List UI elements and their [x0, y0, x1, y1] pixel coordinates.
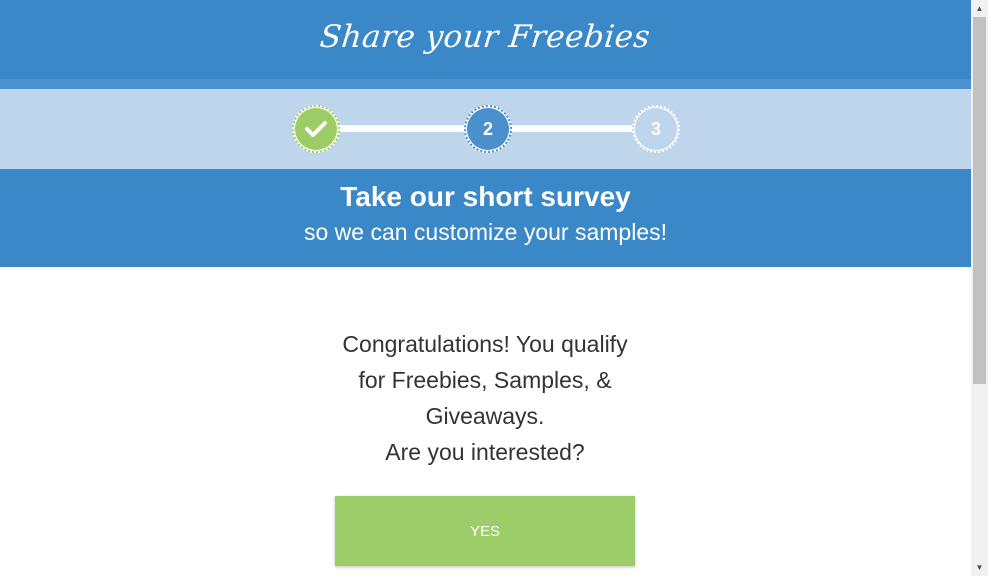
step-3-upcoming: 3 — [632, 105, 680, 153]
vertical-scrollbar[interactable]: ▲ ▼ — [971, 0, 988, 576]
scroll-down-arrow-icon[interactable]: ▼ — [971, 559, 988, 576]
scroll-up-arrow-icon[interactable]: ▲ — [971, 0, 988, 17]
progress-steps: 2 3 — [0, 89, 971, 169]
survey-subtitle: so we can customize your samples! — [303, 219, 668, 245]
question-line-2: for Freebies, Samples, & — [358, 367, 612, 393]
survey-title: Take our short survey — [340, 181, 631, 212]
step-3-number: 3 — [650, 118, 661, 139]
question-line-4: Are you interested? — [385, 439, 585, 465]
question-line-1: Congratulations! You qualify — [342, 331, 628, 357]
step-1-completed — [292, 105, 340, 153]
header-divider — [0, 79, 971, 89]
step-2-number: 2 — [482, 118, 493, 139]
page-viewport: Share your Freebies 2 3 Take our short s… — [0, 0, 971, 576]
survey-question: Congratulations! You qualify for Freebie… — [325, 326, 645, 470]
step-connector-1 — [338, 125, 468, 132]
survey-title-band: Take our short survey so we can customiz… — [0, 169, 971, 267]
site-logo[interactable]: Share your Freebies — [319, 19, 653, 55]
scrollbar-thumb[interactable] — [973, 17, 986, 384]
step-2-current: 2 — [464, 105, 512, 153]
step-connector-2 — [508, 125, 636, 132]
question-line-3: Giveaways. — [425, 403, 545, 429]
checkmark-icon — [305, 121, 327, 137]
site-header: Share your Freebies — [0, 0, 971, 79]
yes-button[interactable]: YES — [335, 496, 635, 566]
